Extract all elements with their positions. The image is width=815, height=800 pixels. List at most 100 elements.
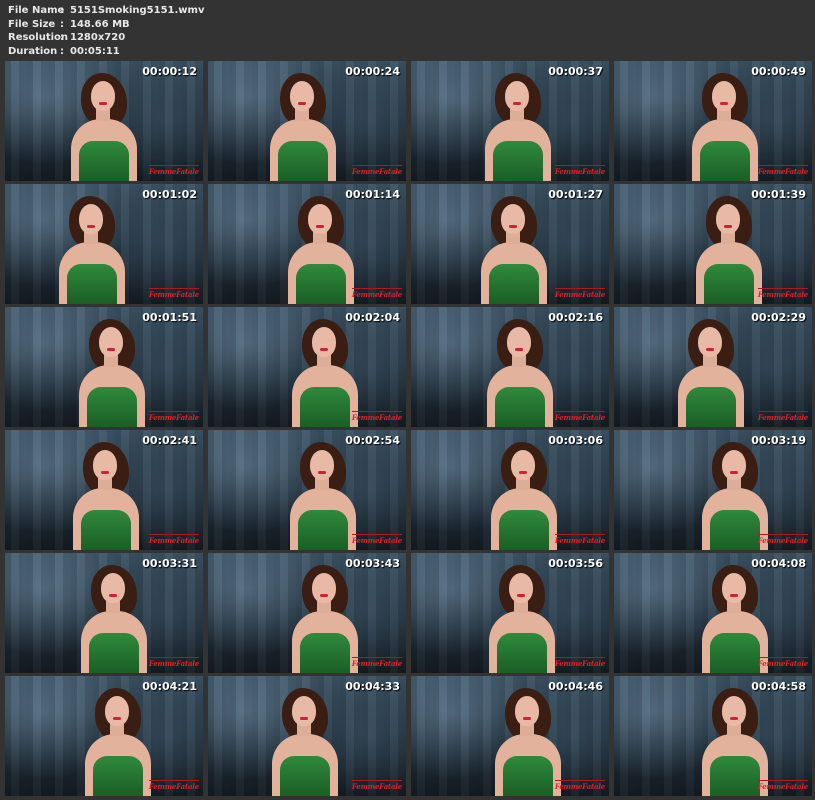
video-thumbnail[interactable]: FemmeFatale 00:04:33 [208,676,406,796]
model-figure [268,684,344,796]
timestamp: 00:03:06 [548,434,603,447]
watermark-logo: FemmeFatale [148,411,199,422]
video-thumbnail[interactable]: FemmeFatale 00:02:16 [411,307,609,427]
watermark-logo: FemmeFatale [757,657,808,668]
watermark-logo: FemmeFatale [757,534,808,545]
video-thumbnail[interactable]: FemmeFatale 00:00:49 [614,61,812,181]
video-thumbnail[interactable]: FemmeFatale 00:01:39 [614,184,812,304]
video-thumbnail[interactable]: FemmeFatale 00:03:31 [5,553,203,673]
video-thumbnail[interactable]: FemmeFatale 00:00:24 [208,61,406,181]
model-figure [69,438,145,550]
timestamp: 00:01:51 [142,311,197,324]
timestamp: 00:00:12 [142,65,197,78]
timestamp: 00:02:41 [142,434,197,447]
watermark-logo: FemmeFatale [757,165,808,176]
timestamp: 00:03:43 [345,557,400,570]
separator: : [60,45,64,57]
video-thumbnail[interactable]: FemmeFatale 00:00:37 [411,61,609,181]
timestamp: 00:03:56 [548,557,603,570]
model-figure [487,438,563,550]
watermark-logo: FemmeFatale [554,534,605,545]
timestamp: 00:02:04 [345,311,400,324]
video-thumbnail[interactable]: FemmeFatale 00:01:51 [5,307,203,427]
model-figure [284,192,360,304]
file-size-value: 148.66 MB [70,18,130,30]
model-figure [483,315,559,427]
video-thumbnail[interactable]: FemmeFatale 00:02:04 [208,307,406,427]
watermark-logo: FemmeFatale [554,411,605,422]
watermark-logo: FemmeFatale [351,780,402,791]
model-figure [477,192,553,304]
watermark-logo: FemmeFatale [351,165,402,176]
watermark-logo: FemmeFatale [148,534,199,545]
video-thumbnail[interactable]: FemmeFatale 00:03:56 [411,553,609,673]
watermark-logo: FemmeFatale [554,780,605,791]
model-figure [55,192,131,304]
timestamp: 00:01:14 [345,188,400,201]
timestamp: 00:02:29 [751,311,806,324]
file-info-header: File Name : 5151Smoking5151.wmv File Siz… [8,4,205,58]
video-thumbnail[interactable]: FemmeFatale 00:02:54 [208,430,406,550]
watermark-logo: FemmeFatale [554,288,605,299]
timestamp: 00:04:21 [142,680,197,693]
timestamp: 00:03:31 [142,557,197,570]
timestamp: 00:02:54 [345,434,400,447]
watermark-logo: FemmeFatale [148,657,199,668]
resolution-row: Resolution : 1280x720 [8,31,205,45]
watermark-logo: FemmeFatale [351,288,402,299]
file-name-label: File Name [8,5,65,16]
video-thumbnail[interactable]: FemmeFatale 00:04:21 [5,676,203,796]
thumbnail-grid: FemmeFatale 00:00:12 FemmeFatale 00:00:24 Fe… [5,61,812,796]
video-thumbnail[interactable]: FemmeFatale 00:04:08 [614,553,812,673]
model-figure [674,315,750,427]
model-figure [688,69,764,181]
video-thumbnail[interactable]: FemmeFatale 00:01:02 [5,184,203,304]
video-thumbnail[interactable]: FemmeFatale 00:01:27 [411,184,609,304]
timestamp: 00:04:58 [751,680,806,693]
watermark-logo: FemmeFatale [148,780,199,791]
timestamp: 00:00:24 [345,65,400,78]
separator: : [60,18,64,30]
model-figure [81,684,157,796]
timestamp: 00:01:02 [142,188,197,201]
model-figure [481,69,557,181]
video-thumbnail[interactable]: FemmeFatale 00:03:43 [208,553,406,673]
watermark-logo: FemmeFatale [351,411,402,422]
timestamp: 00:04:33 [345,680,400,693]
separator: : [60,32,64,43]
video-thumbnail[interactable]: FemmeFatale 00:02:29 [614,307,812,427]
watermark-logo: FemmeFatale [554,165,605,176]
file-name-value: 5151Smoking5151.wmv [70,5,205,16]
video-thumbnail[interactable]: FemmeFatale 00:02:41 [5,430,203,550]
video-thumbnail[interactable]: FemmeFatale 00:03:19 [614,430,812,550]
video-thumbnail[interactable]: FemmeFatale 00:01:14 [208,184,406,304]
watermark-logo: FemmeFatale [148,288,199,299]
model-figure [77,561,153,673]
timestamp: 00:04:08 [751,557,806,570]
file-name-row: File Name : 5151Smoking5151.wmv [8,4,205,18]
model-figure [692,192,768,304]
watermark-logo: FemmeFatale [757,288,808,299]
timestamp: 00:00:37 [548,65,603,78]
model-figure [266,69,342,181]
watermark-logo: FemmeFatale [554,657,605,668]
timestamp: 00:03:19 [751,434,806,447]
model-figure [67,69,143,181]
duration-label: Duration [8,45,58,57]
video-thumbnail[interactable]: FemmeFatale 00:00:12 [5,61,203,181]
timestamp: 00:01:39 [751,188,806,201]
watermark-logo: FemmeFatale [351,657,402,668]
video-thumbnail[interactable]: FemmeFatale 00:03:06 [411,430,609,550]
timestamp: 00:01:27 [548,188,603,201]
video-thumbnail[interactable]: FemmeFatale 00:04:58 [614,676,812,796]
watermark-logo: FemmeFatale [757,411,808,422]
watermark-logo: FemmeFatale [757,780,808,791]
watermark-logo: FemmeFatale [148,165,199,176]
duration-value: 00:05:11 [70,45,120,57]
file-size-row: File Size : 148.66 MB [8,18,205,32]
timestamp: 00:02:16 [548,311,603,324]
timestamp: 00:00:49 [751,65,806,78]
model-figure [75,315,151,427]
model-figure [286,438,362,550]
video-thumbnail[interactable]: FemmeFatale 00:04:46 [411,676,609,796]
